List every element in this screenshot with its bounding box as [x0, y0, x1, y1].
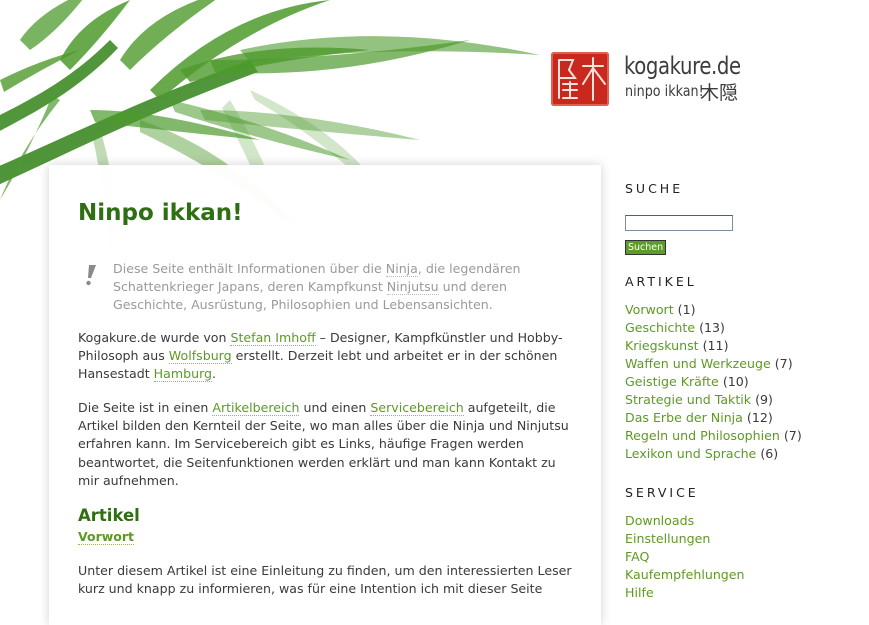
- category-item: Das Erbe der Ninja (12): [625, 409, 802, 427]
- category-item: Geistige Kräfte (10): [625, 373, 802, 391]
- category-count: (7): [783, 428, 802, 443]
- service-heading: SERVICE: [625, 485, 699, 500]
- category-count: (7): [774, 356, 793, 371]
- section-heading: Artikel: [78, 506, 140, 525]
- service-item: Kaufempfehlungen: [625, 566, 745, 584]
- paragraph-text: und einen: [299, 400, 371, 415]
- about-paragraph: Kogakure.de wurde von Stefan Imhoff – De…: [78, 329, 573, 384]
- category-link[interactable]: Geistige Kräfte: [625, 374, 719, 389]
- category-link[interactable]: Vorwort: [625, 302, 674, 317]
- site-name: kogakure.de: [624, 52, 741, 80]
- seal-stamp-icon: [551, 52, 609, 106]
- category-count: (10): [722, 374, 749, 389]
- site-tagline: ninpo ikkan!: [625, 82, 704, 100]
- search-input[interactable]: [625, 215, 733, 231]
- category-link[interactable]: Waffen und Werkzeuge: [625, 356, 771, 371]
- category-link[interactable]: Strategie und Taktik: [625, 392, 751, 407]
- article-section-link[interactable]: Artikelbereich: [212, 400, 300, 416]
- category-item: Waffen und Werkzeuge (7): [625, 355, 802, 373]
- paragraph-text: Kogakure.de wurde von: [78, 330, 231, 345]
- service-item: Einstellungen: [625, 530, 745, 548]
- category-item: Geschichte (13): [625, 319, 802, 337]
- author-link[interactable]: Stefan Imhoff: [230, 330, 316, 346]
- category-count: (6): [760, 446, 779, 461]
- exclamation-icon: [86, 265, 96, 286]
- category-count: (1): [677, 302, 696, 317]
- site-kanji: 木隠: [700, 82, 739, 104]
- category-item: Regeln und Philosophien (7): [625, 427, 802, 445]
- service-item: Hilfe: [625, 584, 745, 602]
- service-link[interactable]: Kaufempfehlungen: [625, 567, 745, 582]
- intro-text-part: Diese Seite enthält Informationen über d…: [113, 261, 386, 276]
- paragraph-text: .: [212, 366, 217, 382]
- service-item: Downloads: [625, 512, 745, 530]
- vorwort-paragraph: Unter diesem Artikel ist eine Einleitung…: [78, 563, 572, 597]
- category-count: (9): [755, 392, 773, 407]
- ninja-link[interactable]: Ninja: [385, 261, 418, 277]
- category-link[interactable]: Lexikon und Sprache: [625, 446, 756, 461]
- structure-paragraph: Die Seite ist in einen Artikelbereich un…: [78, 399, 573, 490]
- hamburg-link[interactable]: Hamburg: [153, 366, 213, 383]
- service-list: Downloads Einstellungen FAQ Kaufempfehlu…: [625, 512, 745, 602]
- main-content: Ninpo ikkan! Diese Seite enthält Informa…: [49, 165, 601, 625]
- article-category-list: Vorwort (1) Geschichte (13) Kriegskunst …: [625, 301, 802, 463]
- service-link[interactable]: Downloads: [625, 513, 694, 528]
- site-logo[interactable]: kogakure.de ninpo ikkan! 木隠: [551, 52, 751, 112]
- wolfsburg-link[interactable]: Wolfsburg: [168, 348, 232, 365]
- service-link[interactable]: FAQ: [625, 549, 649, 564]
- category-item: Lexikon und Sprache (6): [625, 445, 802, 463]
- category-link[interactable]: Kriegskunst: [625, 338, 699, 353]
- service-section-link[interactable]: Servicebereich: [370, 400, 464, 416]
- page-title: Ninpo ikkan!: [78, 200, 243, 226]
- category-link[interactable]: Das Erbe der Ninja: [625, 410, 743, 425]
- category-item: Kriegskunst (11): [625, 337, 802, 355]
- search-button[interactable]: Suchen: [625, 240, 667, 255]
- category-count: (11): [702, 338, 729, 353]
- ninjutsu-link[interactable]: Ninjutsu: [386, 279, 439, 295]
- category-count: (13): [699, 320, 725, 335]
- search-heading: SUCHE: [625, 181, 684, 196]
- service-link[interactable]: Hilfe: [625, 585, 654, 600]
- category-count: (12): [746, 410, 773, 425]
- service-link[interactable]: Einstellungen: [625, 531, 710, 546]
- articles-heading: ARTIKEL: [625, 274, 697, 289]
- category-item: Vorwort (1): [625, 301, 802, 319]
- intro-text: Diese Seite enthält Informationen über d…: [113, 260, 563, 314]
- vorwort-link[interactable]: Vorwort: [78, 529, 135, 545]
- service-item: FAQ: [625, 548, 745, 566]
- paragraph-text: Die Seite ist in einen: [78, 400, 213, 415]
- category-link[interactable]: Geschichte: [625, 320, 695, 335]
- category-link[interactable]: Regeln und Philosophien: [625, 428, 780, 443]
- category-item: Strategie und Taktik (9): [625, 391, 802, 409]
